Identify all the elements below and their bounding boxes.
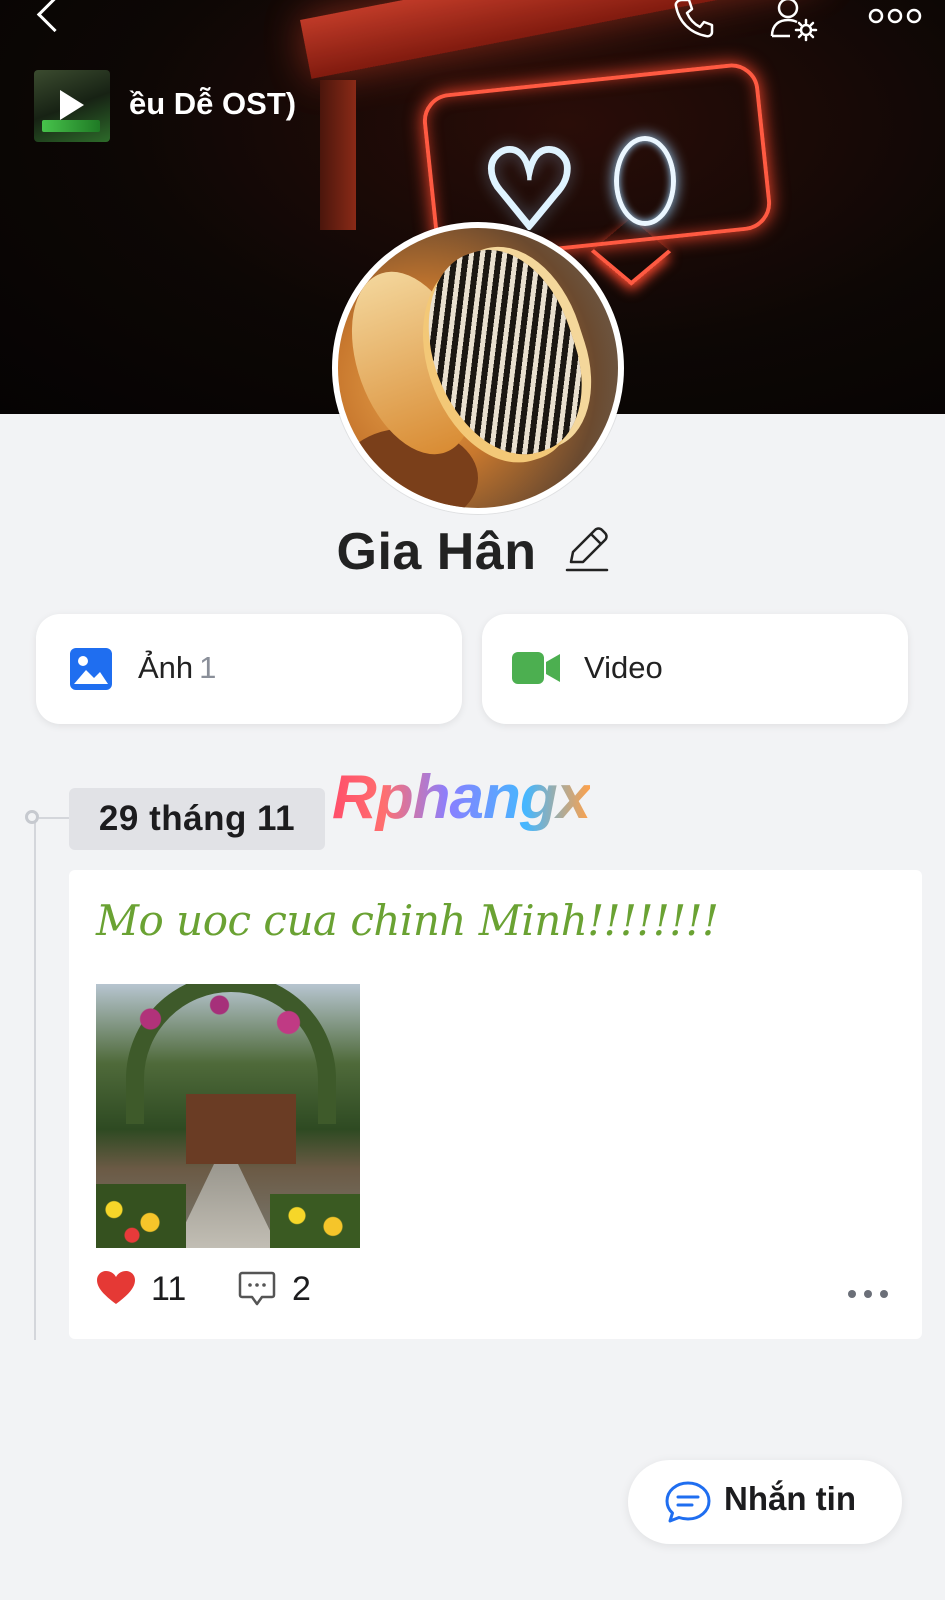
phone-icon[interactable]	[672, 0, 716, 40]
cover-post	[320, 80, 356, 230]
timeline-connector	[39, 817, 69, 819]
neon-heart-icon: ♡	[478, 126, 581, 254]
profile-name-row: Gia Hân	[0, 522, 945, 582]
date-badge: 29 tháng 11	[69, 788, 325, 850]
avatar[interactable]	[332, 222, 624, 514]
photo-blossoms	[116, 984, 346, 1054]
user-settings-icon[interactable]	[770, 0, 820, 46]
play-icon[interactable]	[60, 90, 84, 120]
videos-button[interactable]: Video	[482, 614, 908, 724]
chat-bubble-icon	[665, 1481, 711, 1523]
photos-count: 1	[199, 650, 217, 685]
watermark-logo: Rphangx	[332, 763, 591, 832]
timeline-dot	[25, 810, 39, 824]
heart-icon[interactable]	[96, 1270, 136, 1306]
more-icon[interactable]	[868, 6, 922, 26]
videos-label: Video	[584, 650, 663, 685]
message-label: Nhắn tin	[724, 1480, 856, 1517]
more-horizontal-icon[interactable]	[846, 1288, 890, 1300]
now-playing-title: ều Dễ OST)	[129, 86, 297, 121]
neon-zero	[614, 136, 676, 226]
post-photo[interactable]	[96, 984, 360, 1248]
photo-flowers-right	[270, 1194, 360, 1248]
now-playing-chip[interactable]: ều Dễ OST)	[34, 70, 324, 142]
like-count: 11	[151, 1270, 187, 1308]
photos-label-text: Ảnh	[138, 650, 194, 685]
album-art	[34, 70, 110, 142]
profile-name: Gia Hân	[336, 523, 537, 581]
comment-count: 2	[292, 1270, 311, 1308]
photo-flowers-left	[96, 1184, 186, 1248]
post-text: Mo uoc cua chinh Minh!!!!!!!!	[96, 896, 719, 945]
comment-icon[interactable]	[238, 1270, 276, 1308]
pencil-icon[interactable]	[565, 526, 609, 574]
video-camera-icon	[512, 652, 560, 684]
photos-button[interactable]: Ảnh 1	[36, 614, 462, 724]
back-icon[interactable]	[36, 0, 73, 33]
image-icon	[70, 648, 112, 690]
post-card[interactable]: Mo uoc cua chinh Minh!!!!!!!! 11 2	[69, 870, 922, 1339]
timeline-line	[34, 822, 36, 1340]
message-button[interactable]: Nhắn tin	[628, 1460, 902, 1544]
photos-label: Ảnh 1	[138, 650, 216, 686]
